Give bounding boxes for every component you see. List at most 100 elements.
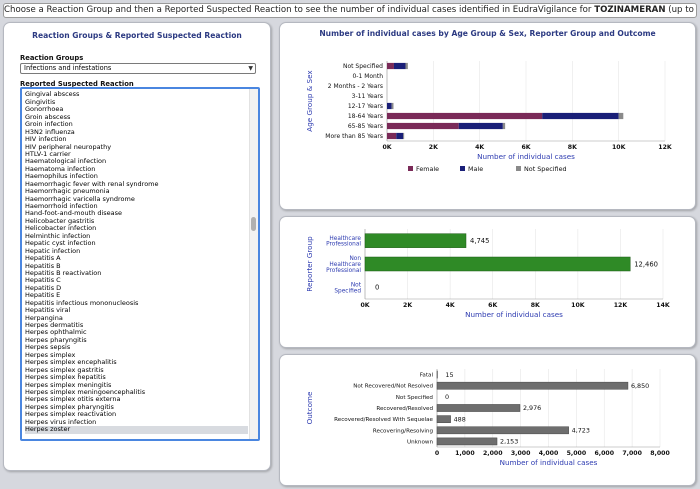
reporter-chart-panel: 0K 2K 4K 6K 8K 10K 12K 14K Number of individual … — [279, 216, 696, 348]
x-tick-label: 14K — [656, 302, 670, 309]
reporter-group-chart: 0K 2K 4K 6K 8K 10K 12K 14K Number of individual … — [305, 229, 670, 319]
top-instruction-banner: Choose a Reaction Group and then a Repor… — [3, 3, 697, 18]
legend-swatch — [408, 166, 413, 171]
category-label: Not Recovered/Not Resolved — [353, 384, 433, 390]
data-label: 0 — [445, 393, 449, 401]
x-tick-label: 8,000 — [650, 450, 670, 457]
category-label: Recovering/Resolving — [373, 428, 434, 434]
x-tick-label: 8K — [568, 144, 577, 151]
bar-segment — [618, 112, 624, 120]
scrollbar-thumb[interactable] — [251, 217, 256, 231]
x-tick-label: 3,000 — [511, 450, 531, 457]
bar — [436, 404, 521, 412]
legend-swatch — [460, 166, 465, 171]
x-tick-label: 2K — [403, 302, 412, 309]
data-label: 2,976 — [523, 404, 541, 412]
x-tick-label: 10K — [571, 302, 585, 309]
bar-segment — [387, 132, 397, 140]
outcome-chart: 0 1,000 2,000 3,000 4,000 5,000 6,000 7,000 8,00… — [305, 369, 670, 467]
bar-segment — [387, 112, 543, 120]
x-tick-label: 12K — [658, 144, 672, 151]
category-label: Not Specified — [343, 63, 383, 70]
x-tick-label: 6,000 — [594, 450, 614, 457]
bar — [436, 426, 569, 435]
bar-segment — [403, 132, 405, 140]
listbox-scrollbar[interactable] — [249, 89, 258, 439]
data-label: 488 — [454, 415, 466, 423]
bar-segment — [391, 102, 394, 110]
age-sex-chart-panel: Number of individual cases by Age Group … — [279, 22, 696, 210]
category-label: More than 85 Years — [325, 133, 383, 140]
x-tick-label: 7,000 — [622, 450, 642, 457]
category-label: Healthcare Professional — [326, 236, 361, 248]
banner-text: Choose a Reaction Group and then a Repor… — [4, 5, 595, 15]
bar — [436, 381, 629, 390]
data-label: 4,745 — [470, 237, 489, 245]
bar-segment — [502, 122, 506, 130]
category-label: 2 Months - 2 Years — [328, 83, 383, 90]
y-axis-title: Reporter Group — [305, 236, 314, 292]
x-axis-title: Number of individual cases — [465, 310, 563, 319]
category-label: 12-17 Years — [348, 103, 383, 110]
data-label: 15 — [445, 371, 453, 379]
data-label: 12,460 — [634, 260, 658, 268]
data-label: 4,723 — [572, 426, 590, 434]
reaction-selection-panel: Reaction Groups & Reported Suspected Rea… — [3, 22, 271, 471]
category-label: 65-85 Years — [348, 123, 383, 130]
banner-date: (up to 28/11/2022) — [668, 5, 696, 15]
bar-segment — [405, 62, 408, 70]
bar — [436, 437, 498, 446]
x-axis-title: Number of individual cases — [477, 152, 575, 161]
x-tick-label: 12K — [614, 302, 628, 309]
category-label: 0-1 Month — [352, 73, 383, 80]
x-tick-label: 0K — [382, 144, 391, 151]
bar-segment — [393, 62, 406, 70]
reaction-listbox[interactable]: Gastroenteritis Gingival abscess Gingiviti… — [20, 87, 260, 441]
legend-label: Female — [416, 165, 439, 173]
bar-segment — [387, 102, 392, 110]
category-label: Recovered/Resolved — [376, 406, 433, 412]
legend-swatch — [516, 166, 521, 171]
x-axis-title: Number of individual cases — [500, 458, 598, 467]
reaction-groups-label: Reaction Groups — [20, 54, 84, 62]
legend-label: Not Specified — [524, 165, 567, 173]
bar-segment — [542, 112, 619, 120]
bar-segment — [396, 132, 404, 140]
x-tick-label: 6K — [488, 302, 497, 309]
reaction-group-select[interactable]: Infections and infestations ▼ — [20, 63, 256, 74]
x-tick-label: 0 — [435, 450, 440, 457]
category-label: Not Specified — [334, 282, 361, 294]
bar — [364, 256, 631, 272]
category-label: Unknown — [407, 439, 433, 445]
reaction-item-selected[interactable]: Herpes zoster — [25, 425, 248, 434]
category-label: 18-64 Years — [348, 113, 383, 120]
reaction-group-value: Infections and infestations — [24, 64, 112, 72]
category-label: Non Healthcare Professional — [326, 256, 361, 274]
bar-segment — [387, 62, 394, 70]
legend-label: Male — [468, 165, 483, 173]
reaction-list: Gastroenteritis Gingival abscess Gingiviti… — [25, 89, 248, 434]
x-tick-label: 4K — [475, 144, 484, 151]
x-tick-label: 8K — [531, 302, 540, 309]
x-tick-label: 4,000 — [539, 450, 559, 457]
y-axis-title: Outcome — [305, 391, 314, 424]
data-label: 2,153 — [500, 438, 518, 446]
x-tick-label: 0K — [360, 302, 369, 309]
x-tick-label: 5,000 — [567, 450, 587, 457]
banner-product: TOZINAMERAN — [594, 5, 666, 15]
x-tick-label: 1,000 — [455, 450, 475, 457]
reaction-item[interactable]: Gingival abscess — [25, 90, 248, 98]
x-tick-label: 6K — [521, 144, 530, 151]
category-label: Fatal — [420, 373, 434, 379]
reaction-panel-title: Reaction Groups & Reported Suspected Rea… — [32, 31, 242, 40]
data-label: 0 — [375, 284, 379, 292]
bar — [364, 233, 467, 248]
x-tick-label: 10K — [612, 144, 626, 151]
category-label: 3-11 Years — [352, 93, 383, 100]
x-tick-label: 2K — [429, 144, 438, 151]
bar-segment — [387, 122, 459, 130]
x-tick-label: 4K — [446, 302, 455, 309]
bar-segment — [458, 122, 503, 130]
y-axis-title: Age Group & Sex — [305, 70, 314, 132]
data-label: 6,850 — [631, 382, 649, 390]
